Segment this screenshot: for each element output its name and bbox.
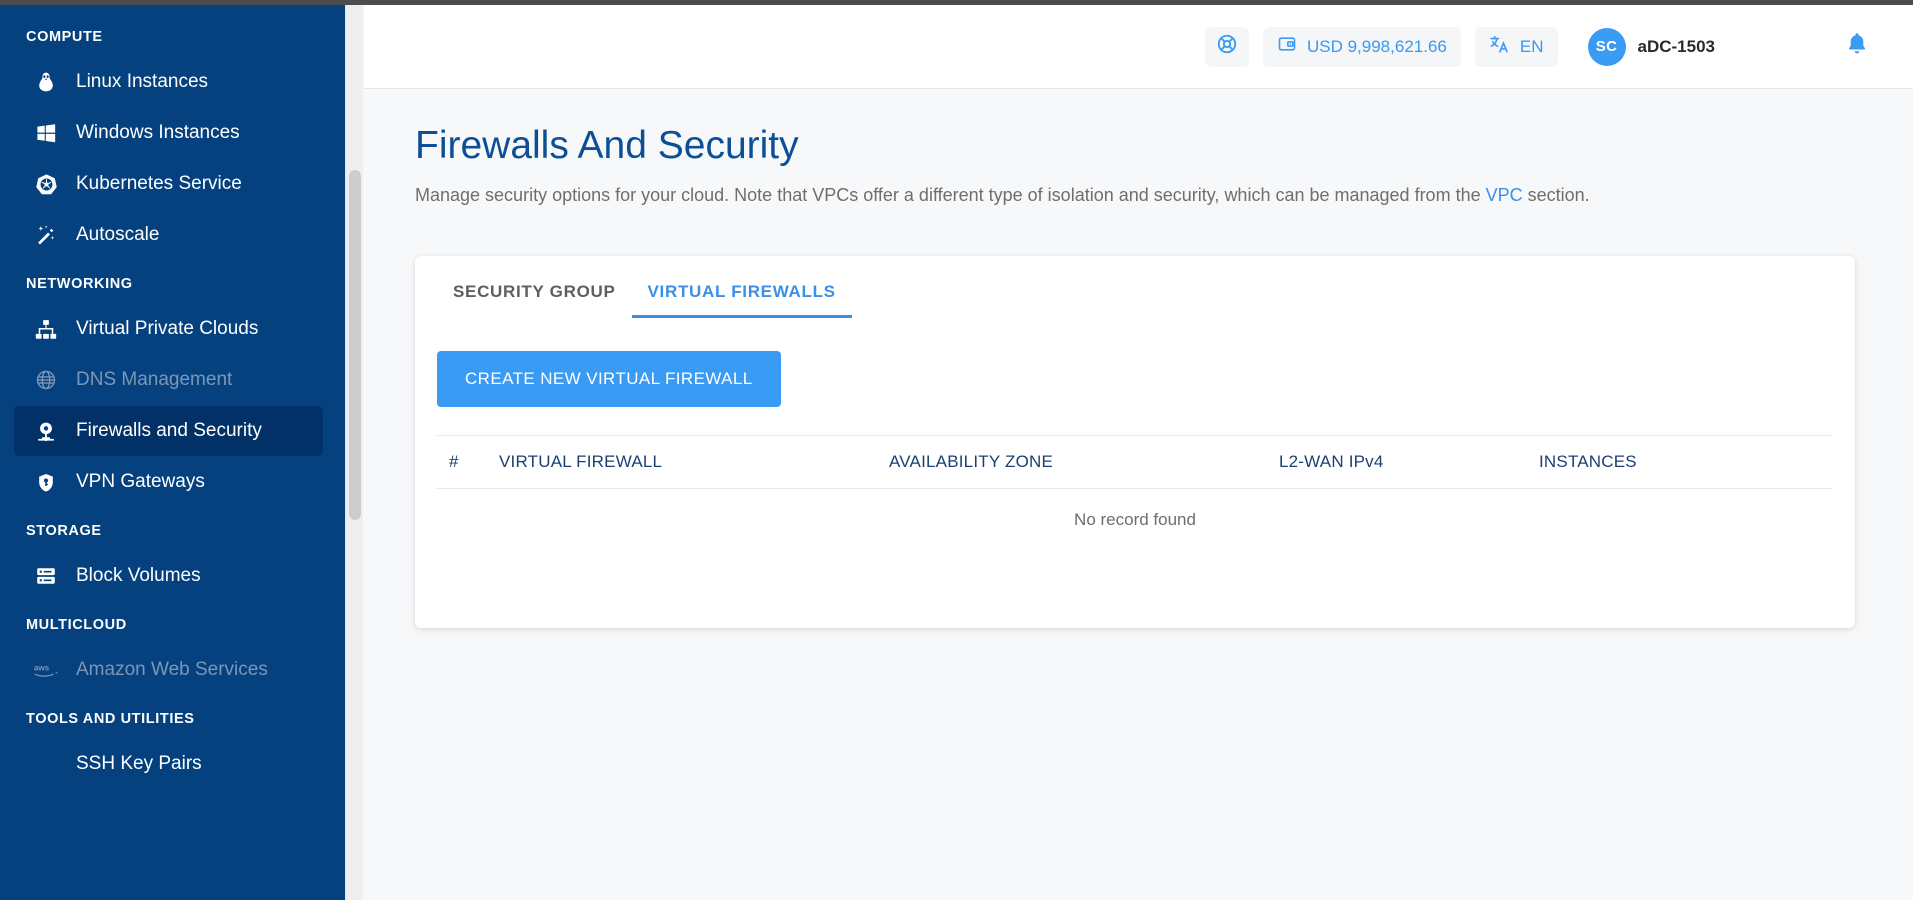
sidebar-item-vpn-gateways[interactable]: VPN Gateways [14, 457, 323, 507]
magic-wand-icon [32, 222, 60, 248]
tab-bar: SECURITY GROUP VIRTUAL FIREWALLS [415, 256, 1855, 318]
table-empty-message: No record found [1074, 510, 1196, 529]
globe-icon [32, 367, 60, 393]
sidebar-section-title: COMPUTE [26, 29, 103, 45]
main-content: Firewalls And Security Manage security o… [364, 89, 1913, 900]
table-header-row: # VIRTUAL FIREWALL AVAILABILITY ZONE L2-WAN… [437, 436, 1833, 489]
sidebar-item-firewalls-and-security[interactable]: Firewalls and Security [14, 406, 323, 456]
sidebar-item-label: Autoscale [76, 224, 160, 245]
sidebar-item-label: DNS Management [76, 369, 233, 390]
windows-icon [32, 120, 60, 146]
notifications-button[interactable] [1845, 31, 1869, 62]
network-topology-icon [32, 316, 60, 342]
sidebar: COMPUTE Linux Instances Windows Instances K… [0, 5, 345, 900]
sidebar-item-dns-management[interactable]: DNS Management [14, 355, 323, 405]
table-column-header[interactable]: VIRTUAL FIREWALL [499, 452, 889, 472]
language-code: EN [1519, 36, 1544, 56]
firewalls-card: SECURITY GROUP VIRTUAL FIREWALLS CREATE N… [415, 256, 1855, 628]
user-name: aDC-1503 [1637, 36, 1716, 56]
sidebar-section-title: STORAGE [26, 523, 102, 539]
table-column-header[interactable]: AVAILABILITY ZONE [889, 452, 1279, 472]
sidebar-item-label: Virtual Private Clouds [76, 318, 259, 339]
sidebar-item-label: VPN Gateways [76, 471, 205, 492]
shield-key-icon [32, 469, 60, 495]
sidebar-section-title: TOOLS AND UTILITIES [26, 711, 195, 727]
svg-text:aws: aws [34, 663, 50, 672]
virtual-firewalls-table: # VIRTUAL FIREWALL AVAILABILITY ZONE L2-WAN… [437, 435, 1833, 551]
sidebar-item-windows-instances[interactable]: Windows Instances [14, 108, 323, 158]
sidebar-item-autoscale[interactable]: Autoscale [14, 210, 323, 260]
sidebar-item-label: Block Volumes [76, 565, 201, 586]
aws-icon: aws [32, 657, 60, 683]
sidebar-item-amazon-web-services[interactable]: aws Amazon Web Services [14, 645, 323, 695]
page-title: Firewalls And Security [415, 124, 799, 167]
app-root: COMPUTE Linux Instances Windows Instances K… [0, 0, 1913, 900]
sidebar-item-label: Firewalls and Security [76, 420, 262, 441]
sidebar-item-label: Amazon Web Services [76, 659, 268, 680]
tab-virtual-firewalls[interactable]: VIRTUAL FIREWALLS [631, 282, 852, 318]
sidebar-item-block-volumes[interactable]: Block Volumes [14, 551, 323, 601]
balance-button[interactable]: USD 9,998,621.66 [1262, 26, 1461, 67]
tab-security-group[interactable]: SECURITY GROUP [437, 282, 632, 318]
sidebar-item-virtual-private-clouds[interactable]: Virtual Private Clouds [14, 304, 323, 354]
sidebar-item-kubernetes-service[interactable]: Kubernetes Service [14, 159, 323, 209]
linux-penguin-icon [32, 69, 60, 95]
sidebar-section-title: NETWORKING [26, 276, 133, 292]
top-header: USD 9,998,621.66 EN SC aDC-1503 [364, 5, 1913, 89]
vpc-link[interactable]: VPC [1486, 185, 1523, 205]
support-button[interactable] [1204, 26, 1249, 67]
balance-amount: USD 9,998,621.66 [1306, 36, 1447, 56]
sidebar-scrollbar-track[interactable] [345, 5, 363, 900]
sidebar-item-label: SSH Key Pairs [76, 753, 202, 774]
sidebar-section-title: MULTICLOUD [26, 617, 127, 633]
sidebar-item-label: Kubernetes Service [76, 173, 242, 194]
table-column-header[interactable]: INSTANCES [1539, 452, 1833, 472]
sidebar-item-ssh-key-pairs[interactable]: SSH Key Pairs [14, 739, 323, 789]
sidebar-item-linux-instances[interactable]: Linux Instances [14, 57, 323, 107]
sidebar-scrollbar-thumb[interactable] [349, 170, 361, 520]
firewall-shield-icon [32, 418, 60, 444]
server-stack-icon [32, 563, 60, 589]
bell-icon [1845, 31, 1869, 62]
sidebar-list: COMPUTE Linux Instances Windows Instances K… [0, 5, 345, 790]
wallet-icon [1277, 34, 1297, 59]
kubernetes-icon [32, 171, 60, 197]
user-menu[interactable]: SC aDC-1503 [1587, 27, 1716, 66]
life-ring-icon [1216, 33, 1238, 60]
page-description-text-before: Manage security options for your cloud. … [415, 185, 1486, 205]
page-description: Manage security options for your cloud. … [364, 170, 1913, 207]
sidebar-item-label: Linux Instances [76, 71, 209, 92]
language-button[interactable]: EN [1474, 26, 1558, 67]
avatar: SC [1587, 27, 1626, 66]
sidebar-item-label: Windows Instances [76, 122, 240, 143]
translate-icon [1489, 34, 1510, 60]
table-column-header[interactable]: L2-WAN IPv4 [1279, 452, 1539, 472]
table-column-header[interactable]: # [437, 452, 499, 472]
page-description-text-after: section. [1522, 185, 1590, 205]
create-new-virtual-firewall-button[interactable]: CREATE NEW VIRTUAL FIREWALL [437, 351, 781, 407]
